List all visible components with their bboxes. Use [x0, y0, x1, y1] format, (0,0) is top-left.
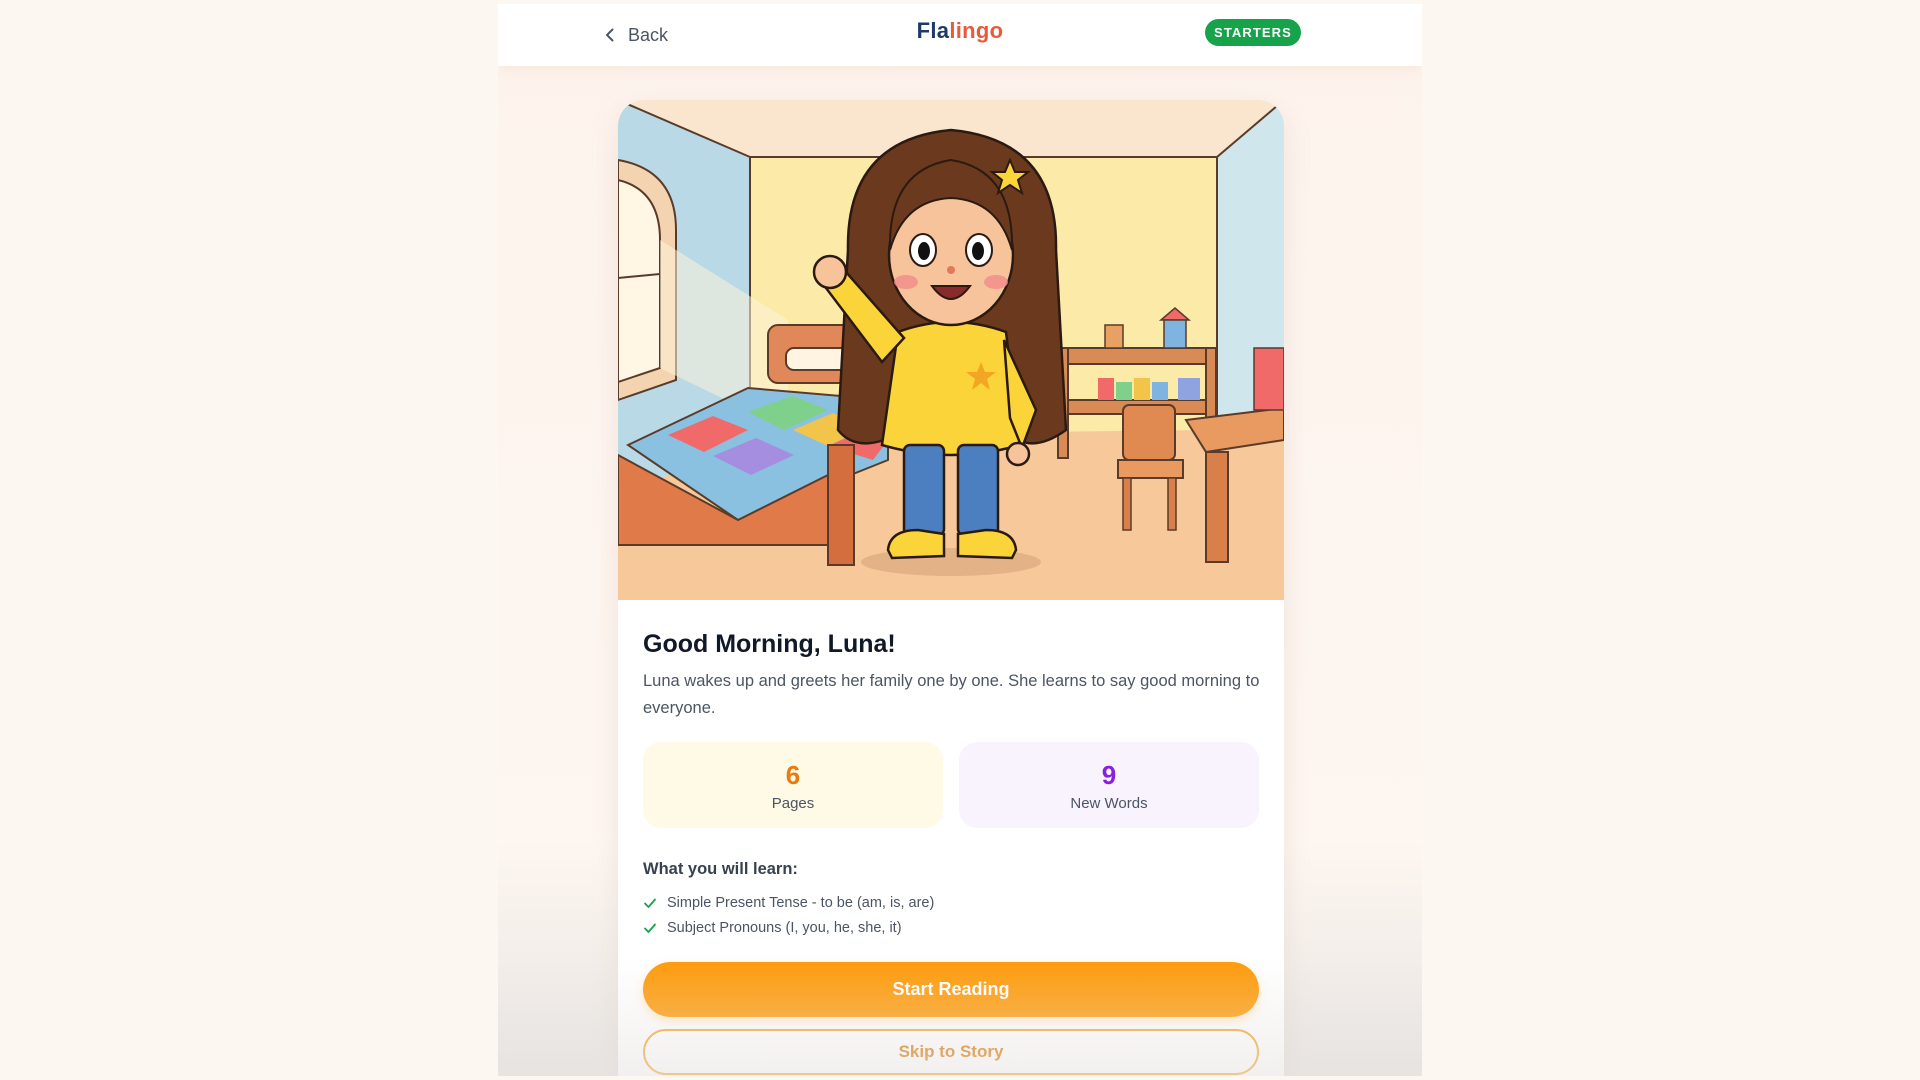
- learn-item: Subject Pronouns (I, you, he, she, it): [643, 915, 934, 940]
- pages-stat: 6 Pages: [643, 742, 943, 828]
- story-cover-illustration: [618, 100, 1284, 600]
- check-icon: [644, 923, 656, 933]
- top-bar: Back Flalingo STARTERS: [498, 4, 1422, 66]
- logo-part-1: Fla: [916, 18, 950, 43]
- level-badge: STARTERS: [1205, 19, 1301, 46]
- story-title: Good Morning, Luna!: [643, 630, 896, 658]
- story-card: Good Morning, Luna! Luna wakes up and gr…: [618, 100, 1284, 1076]
- learn-list: Simple Present Tense - to be (am, is, ar…: [643, 890, 934, 940]
- pages-count: 6: [785, 760, 801, 790]
- learn-item: Simple Present Tense - to be (am, is, ar…: [643, 890, 934, 915]
- learn-item-text: Simple Present Tense - to be (am, is, ar…: [667, 894, 935, 911]
- check-icon: [644, 898, 656, 908]
- start-reading-button[interactable]: Start Reading: [643, 962, 1259, 1017]
- pages-label: Pages: [771, 795, 815, 812]
- new-words-count: 9: [1101, 760, 1117, 790]
- logo-part-2: lingo: [949, 18, 1004, 43]
- skip-to-story-button[interactable]: Skip to Story: [643, 1029, 1259, 1075]
- new-words-label: New Words: [1070, 795, 1148, 812]
- app-frame: Back Flalingo STARTERS Good Morning, Lun…: [498, 4, 1422, 1076]
- story-description: Luna wakes up and greets her family one …: [643, 672, 1260, 717]
- new-words-stat: 9 New Words: [959, 742, 1259, 828]
- learn-heading: What you will learn:: [643, 860, 798, 878]
- learn-item-text: Subject Pronouns (I, you, he, she, it): [667, 919, 902, 936]
